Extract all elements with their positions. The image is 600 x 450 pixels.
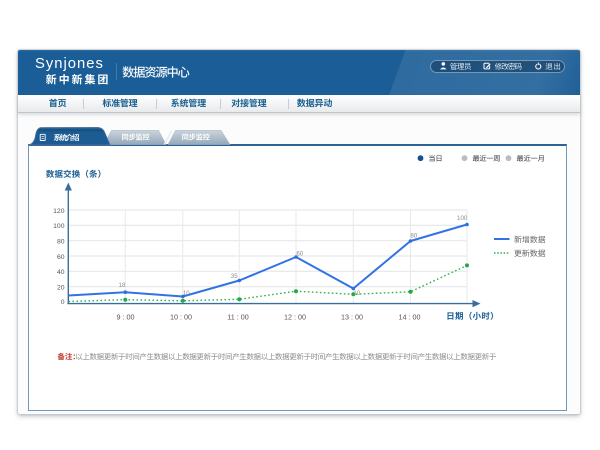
svg-text:60: 60	[296, 250, 303, 257]
svg-text:120: 120	[53, 208, 65, 215]
svg-text:100: 100	[53, 223, 65, 230]
svg-text:10 : 00: 10 : 00	[170, 313, 192, 322]
svg-text:Synjones: Synjones	[35, 56, 104, 72]
svg-text:80: 80	[410, 233, 417, 240]
svg-text:13 : 00: 13 : 00	[341, 313, 363, 322]
svg-text:10: 10	[183, 290, 190, 297]
svg-text:100: 100	[457, 215, 468, 222]
svg-text:11 : 00: 11 : 00	[227, 313, 248, 322]
svg-text:10: 10	[353, 290, 360, 297]
svg-text:0: 0	[61, 299, 65, 306]
svg-text:20: 20	[57, 285, 65, 292]
svg-text:35: 35	[231, 273, 238, 280]
svg-text:60: 60	[57, 254, 65, 261]
svg-text:40: 40	[57, 269, 65, 276]
svg-text:9 : 00: 9 : 00	[117, 313, 135, 322]
svg-text:14 : 00: 14 : 00	[399, 313, 421, 322]
svg-text:12 : 00: 12 : 00	[284, 313, 306, 322]
svg-text:18: 18	[119, 282, 126, 289]
svg-text:80: 80	[57, 239, 65, 246]
